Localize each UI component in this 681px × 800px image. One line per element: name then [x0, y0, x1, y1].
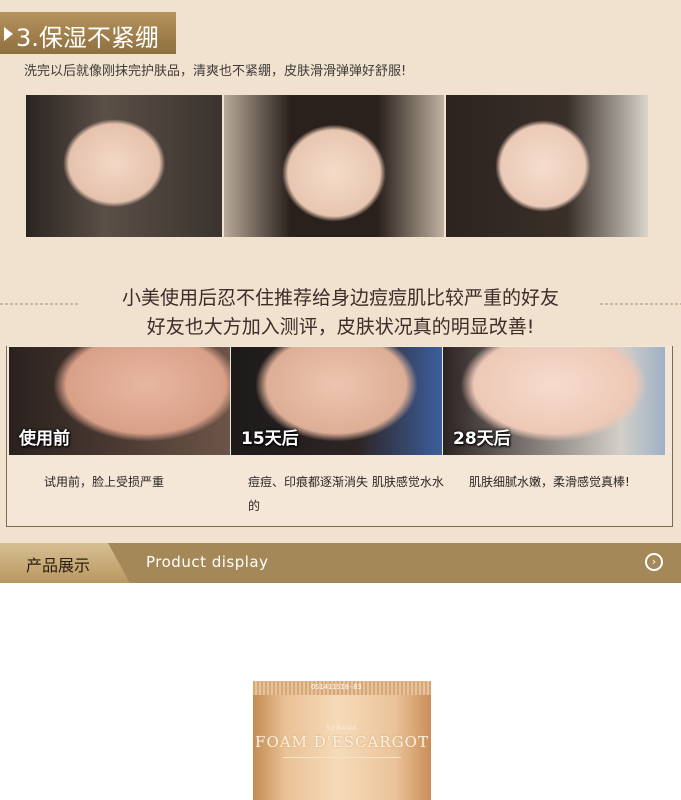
play-triangle-icon: [4, 27, 13, 41]
day15-photo: 15天后: [231, 347, 442, 455]
selfie-photo-1: [26, 95, 222, 237]
caption-day28: 肌肤细腻水嫩，柔滑感觉真棒!: [469, 475, 630, 489]
section-subtitle: 洗完以后就像刚抹完护肤品，清爽也不紧绷，皮肤滑滑弹弹好舒服!: [24, 64, 407, 79]
top-section: 3.保湿不紧绷 洗完以后就像刚抹完护肤品，清爽也不紧绷，皮肤滑滑弹弹好舒服! 小…: [0, 0, 681, 543]
selfie-photo-2: [224, 95, 444, 237]
product-display-title: 产品展示: [26, 556, 91, 575]
tube-brand: SENANA: [326, 725, 358, 732]
tube-product-name: FOAM D'ESCARGOT: [255, 733, 429, 751]
caption-before: 试用前，脸上受损严重: [44, 475, 165, 489]
stage-label: 28天后: [453, 429, 511, 449]
product-tube: OS1411SI8-83 SENANA FOAM D'ESCARGOT: [253, 681, 431, 800]
tube-divider: [283, 757, 401, 758]
section-title-bar: 3.保湿不紧绷: [0, 12, 176, 54]
selfie-photo-3: [446, 95, 648, 237]
arrow-circle-icon[interactable]: ›: [645, 553, 663, 571]
recommend-line-2: 好友也大方加入测评，皮肤状况真的明显改善!: [146, 316, 535, 338]
stage-label: 15天后: [241, 429, 299, 449]
recommend-line-1: 小美使用后忍不住推荐给身边痘痘肌比较严重的好友: [121, 287, 559, 309]
caption-day15: 痘痘、印痕都逐渐消失 肌肤感觉水水的: [248, 475, 444, 513]
tube-code: OS1411SI8-83: [311, 683, 362, 691]
product-display-subtitle: Product display: [146, 553, 269, 571]
before-photo: 使用前: [9, 347, 230, 455]
product-display-band: 产品展示 Product display ›: [0, 543, 681, 583]
stage-label: 使用前: [19, 429, 70, 449]
section-title: 3.保湿不紧绷: [16, 24, 159, 52]
day28-photo: 28天后: [443, 347, 665, 455]
